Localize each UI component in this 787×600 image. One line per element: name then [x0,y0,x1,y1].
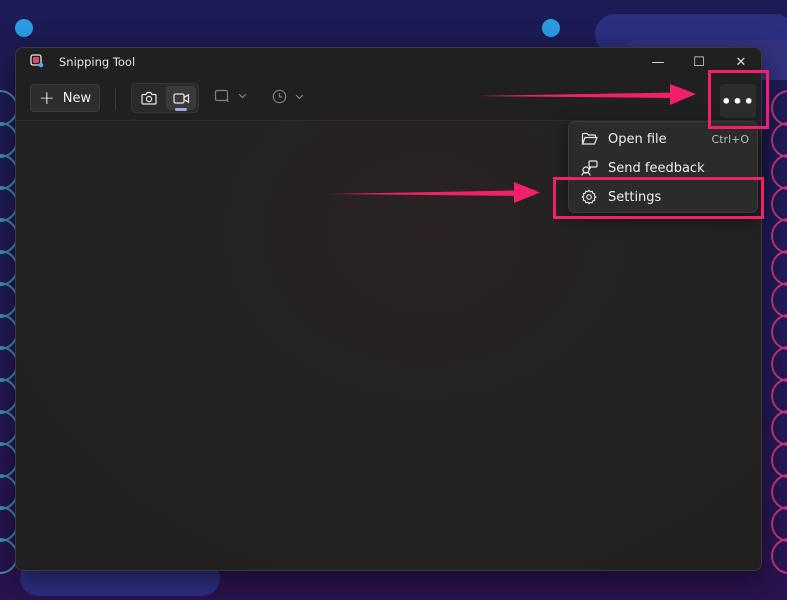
menu-item-label: Send feedback [608,160,705,176]
menu-item-label: Open file [608,131,667,147]
plus-icon: + [38,86,55,109]
minimize-button[interactable]: — [643,52,673,74]
capture-mode-switch [131,83,199,113]
maximize-icon: ☐ [693,55,705,70]
folder-open-icon [579,129,599,149]
toolbar-divider [115,88,116,110]
window-title: Snipping Tool [59,55,136,69]
menu-item-shortcut: Ctrl+O [711,132,749,146]
screenshot-mode-button[interactable] [134,86,164,110]
highlight-see-more-button [708,70,769,129]
desktop-dot [542,19,560,37]
camera-icon [141,91,157,105]
snip-shape-dropdown[interactable] [214,89,247,103]
desktop-dot [15,19,33,37]
desktop-wave-pattern [771,60,787,600]
chevron-down-icon [238,93,247,99]
video-camera-icon [172,92,189,104]
chevron-down-icon [295,94,304,99]
highlight-settings-item [553,177,764,219]
annotation-arrow-to-more-button [476,84,696,105]
title-bar[interactable]: Snipping Tool — ☐ ✕ [16,48,761,78]
feedback-icon [579,158,599,178]
minimize-icon: — [651,55,665,70]
menu-item-open-file[interactable]: Open file Ctrl+O [573,125,753,153]
new-button-label: New [62,90,92,106]
active-mode-indicator [175,108,187,111]
delay-dropdown[interactable] [272,89,304,104]
close-icon: ✕ [735,55,747,70]
new-snip-button[interactable]: + New [30,84,100,112]
snipping-tool-app-icon [30,54,44,68]
rectangle-snip-icon [214,89,229,103]
clock-icon [272,89,287,104]
video-mode-button[interactable] [166,86,196,111]
annotation-arrow-to-settings [330,182,540,203]
